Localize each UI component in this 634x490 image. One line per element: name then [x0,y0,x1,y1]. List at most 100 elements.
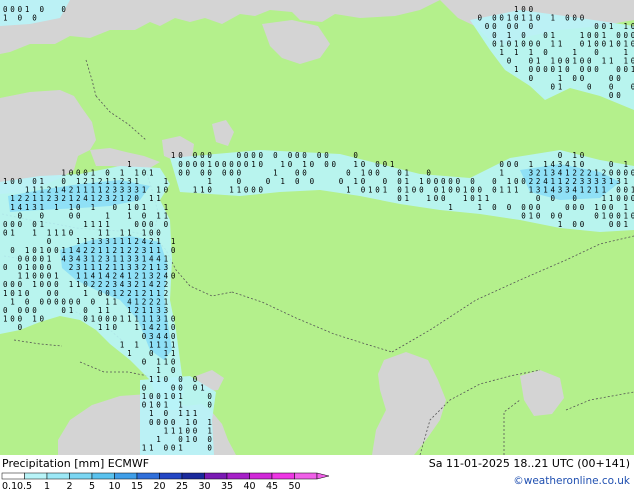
precip-value: 0 [171,444,176,453]
scale-swatch [271,472,295,480]
precip-value: 0 [18,323,23,332]
precip-value: 1 [69,280,74,289]
precip-value: 0 [499,14,504,23]
precip-value: 0 [134,220,139,229]
precip-value: 0 [521,177,526,186]
precip-value: 1 [178,409,183,418]
precip-value: 0 [426,177,431,186]
precip-value: 0 [580,74,585,83]
precip-value: 1 [624,220,629,229]
credit-link[interactable]: ©weatheronline.co.uk [513,475,630,488]
precip-value: 0 [207,186,212,195]
precip-value: 1 [178,444,183,453]
precip-value: 1 [40,220,45,229]
precip-value: 0 [507,160,512,169]
precip-value: 0 [25,306,30,315]
scale-label: 15 [131,481,143,490]
precip-value: 0 [178,168,183,177]
precip-value: 1 [134,323,139,332]
precip-value: 1 [32,315,37,324]
precip-value: 1 [25,272,30,281]
precip-value: 1 [273,168,278,177]
precip-value: 1 [485,194,490,203]
precip-value: 0 [186,168,191,177]
precip-value: 1 [514,65,519,74]
precip-value: 1 [507,186,512,195]
precip-value: 0 [69,229,74,238]
precip-value: 0 [580,14,585,23]
precip-value: 1 [149,444,154,453]
legend-footer: Precipitation [mm] ECMWF Sa 11-01-2025 1… [0,455,634,490]
precip-value: 0 [69,211,74,220]
precip-value: 1 [602,57,607,66]
precip-value: 0 [113,323,118,332]
precip-value: 3 [105,194,110,203]
precip-value: 1 [551,14,556,23]
precip-value: 0 [171,392,176,401]
precip-value: 0 [76,211,81,220]
precip-value: 0 [616,220,621,229]
precip-value: 0 [10,5,15,14]
precip-value: 0 [156,401,161,410]
precip-value: 1 [105,323,110,332]
precip-value: 0 [302,168,307,177]
precip-value: 1 [98,323,103,332]
scale-swatch [91,472,115,480]
precip-value: 1 [186,435,191,444]
scale-swatch [1,472,25,480]
precip-value: 0 [156,418,161,427]
precip-value: 0 [32,14,37,23]
precip-value: 0 [624,65,629,74]
precip-value: 0 [193,160,198,169]
precip-value: 0 [134,203,139,212]
precip-value: 1 [127,349,132,358]
precip-value: 1 [149,194,154,203]
precip-value: 0 [456,186,461,195]
precip-value: 0 [222,168,227,177]
scale-label: 10 [108,481,120,490]
precip-value: 1 [76,280,81,289]
precip-value: 0 [375,168,380,177]
precip-value: 0 [507,203,512,212]
precip-value: 1 [142,444,147,453]
precip-value: 1 [54,203,59,212]
precip-value: 1 [499,168,504,177]
precip-value: 0 [164,375,169,384]
scale-label: 40 [243,481,255,490]
forecast-run-label: Sa 11-01-2025 18..21 UTC (00+141) [428,457,630,470]
precip-value: 1 [156,211,161,220]
precip-value: 0 [259,186,264,195]
scale-swatch [249,472,273,480]
precip-value: 0 [40,315,45,324]
precip-value: 1 [405,194,410,203]
precip-value: 1 [551,39,556,48]
precip-value: 1 [171,151,176,160]
precip-value: 0 [609,220,614,229]
precip-value: 1 [3,14,8,23]
precip-value: 4 [83,194,88,203]
precip-value: 1 [113,297,118,306]
precip-value: 1 [127,315,132,324]
precip-value: 1 [10,203,15,212]
precip-value: 0 [616,39,621,48]
scale-label: 0.1 [2,481,17,490]
precip-value: 0 [594,211,599,220]
precip-value: 1 [448,203,453,212]
precip-value: 1 [609,57,614,66]
precip-value: 0 [54,246,59,255]
precip-value: 0 [529,22,534,31]
precip-value: 0 [543,48,548,57]
precip-value: 0 [251,186,256,195]
precip-value: 0 [288,160,293,169]
precip-value: 1 [3,177,8,186]
precip-value: 0 [448,186,453,195]
precip-value: 0 [310,160,315,169]
precip-value: 2 [91,280,96,289]
precip-value: 1 [120,194,125,203]
precip-value: 0 [492,203,497,212]
precip-value: 0 [375,186,380,195]
precip-value: 0 [551,211,556,220]
scale-swatch [181,472,205,480]
precip-value: 0 [361,186,366,195]
precip-value: 0 [441,194,446,203]
